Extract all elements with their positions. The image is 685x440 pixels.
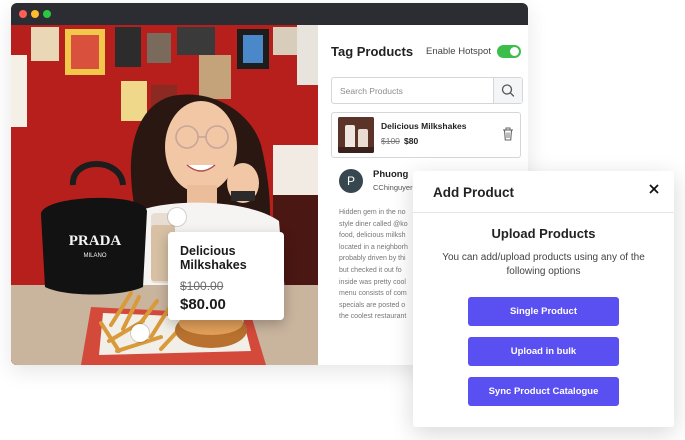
tag-price: $80.00 bbox=[180, 296, 226, 313]
modal-close-button[interactable] bbox=[648, 182, 660, 200]
modal-title: Add Product bbox=[433, 185, 514, 200]
caption-line: style diner called @ko bbox=[339, 220, 408, 228]
hotspot-toggle-label: Enable Hotspot bbox=[426, 46, 491, 57]
caption-line: inside was pretty cool bbox=[339, 278, 406, 286]
hotspot-marker[interactable] bbox=[168, 208, 186, 226]
upload-products-heading: Upload Products bbox=[491, 226, 596, 241]
bag-city-text: MILANO bbox=[83, 253, 106, 259]
post-author-name: Phuong bbox=[373, 169, 409, 180]
close-icon bbox=[649, 184, 659, 194]
modal-divider bbox=[413, 212, 674, 213]
hotspot-toggle[interactable] bbox=[497, 45, 521, 58]
post-caption: Hidden gem in the no style diner called … bbox=[339, 207, 419, 323]
product-thumbnail bbox=[338, 117, 374, 153]
post-author-handle: CChinguyer bbox=[373, 183, 413, 192]
add-product-modal: Add Product Upload Products You can add/… bbox=[413, 171, 674, 427]
toggle-knob bbox=[510, 47, 519, 56]
upload-products-description: You can add/upload products using any of… bbox=[442, 252, 645, 277]
upload-in-bulk-button[interactable]: Upload in bulk bbox=[468, 337, 619, 366]
close-window-button[interactable] bbox=[19, 10, 27, 18]
search-icon bbox=[501, 84, 515, 97]
single-product-button[interactable]: Single Product bbox=[468, 297, 619, 326]
trash-icon bbox=[503, 127, 513, 141]
tag-product-name: Delicious Milkshakes bbox=[180, 244, 247, 272]
maximize-window-button[interactable] bbox=[43, 10, 51, 18]
product-name: Delicious Milkshakes bbox=[381, 121, 467, 131]
search-button[interactable] bbox=[493, 78, 522, 103]
bag-brand-text: PRADA bbox=[69, 233, 122, 249]
avatar: P bbox=[339, 169, 363, 193]
panel-title: Tag Products bbox=[331, 44, 414, 59]
caption-line: menu consists of com bbox=[339, 290, 407, 298]
minimize-window-button[interactable] bbox=[31, 10, 39, 18]
caption-line: but checked it out fo bbox=[339, 266, 402, 274]
product-old-price: $100 bbox=[381, 136, 400, 146]
caption-line: specials are posted o bbox=[339, 301, 406, 309]
caption-line: the coolest restaurant bbox=[339, 313, 407, 321]
caption-line: Hidden gem in the no bbox=[339, 209, 406, 216]
search-products-field[interactable]: Search Products bbox=[331, 77, 523, 104]
caption-line: probably driven by thi bbox=[339, 255, 406, 263]
caption-line: located in a neighborh bbox=[339, 243, 408, 251]
delete-product-button[interactable] bbox=[502, 127, 514, 141]
search-input[interactable]: Search Products bbox=[340, 86, 403, 96]
product-tag-card[interactable]: Delicious Milkshakes $100.00 $80.00 bbox=[168, 232, 284, 320]
caption-line: food, delicious milksh bbox=[339, 232, 406, 240]
hotspot-marker[interactable] bbox=[131, 324, 149, 342]
tag-old-price: $100.00 bbox=[180, 279, 224, 293]
sync-product-catalogue-button[interactable]: Sync Product Catalogue bbox=[468, 377, 619, 406]
window-titlebar bbox=[11, 3, 528, 25]
product-price: $80 bbox=[404, 136, 419, 146]
tagged-product-row[interactable]: Delicious Milkshakes $100 $80 bbox=[331, 112, 521, 158]
